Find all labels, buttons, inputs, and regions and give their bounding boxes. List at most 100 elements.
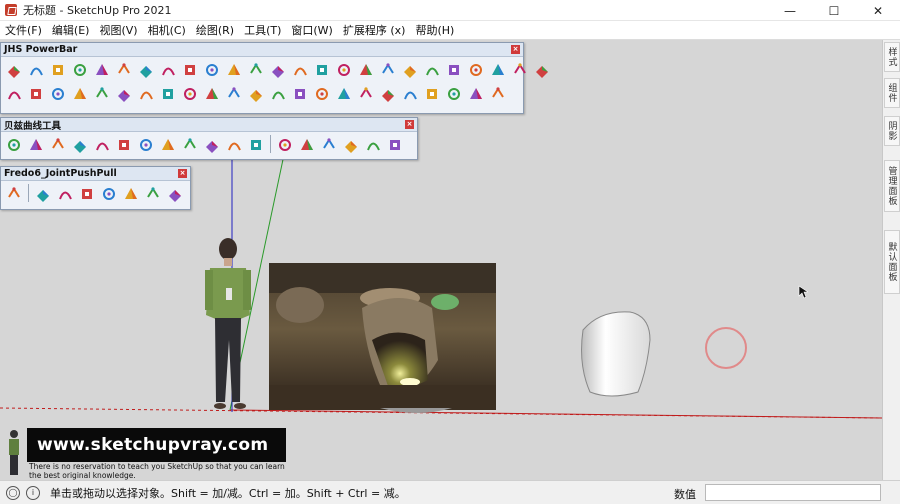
toolbar-close-button[interactable]: × (178, 169, 187, 178)
menu-tools[interactable]: 工具(T) (239, 22, 286, 38)
toolbar-tool-icon[interactable] (3, 182, 25, 204)
toolbar-tool-icon[interactable] (3, 133, 25, 155)
toolbar-close-button[interactable]: × (511, 45, 520, 54)
toolbar-tool-icon[interactable] (120, 182, 142, 204)
toolbar-tool-icon[interactable] (179, 133, 201, 155)
toolbar-tool-icon[interactable] (399, 58, 421, 80)
toolbar-tool-icon[interactable] (3, 58, 25, 80)
menu-camera[interactable]: 相机(C) (143, 22, 191, 38)
toolbar-tool-icon[interactable] (91, 58, 113, 80)
toolbar-tool-icon[interactable] (76, 182, 98, 204)
minimize-button[interactable]: — (768, 0, 812, 21)
toolbar-tool-icon[interactable] (3, 82, 25, 104)
toolbar-tool-icon[interactable] (465, 82, 487, 104)
toolbar-tool-icon[interactable] (377, 82, 399, 104)
menu-extensions[interactable]: 扩展程序 (x) (338, 22, 411, 38)
toolbar-tool-icon[interactable] (355, 58, 377, 80)
toolbar-tool-icon[interactable] (443, 58, 465, 80)
toolbar-tool-icon[interactable] (487, 82, 509, 104)
toolbar-tool-icon[interactable] (135, 58, 157, 80)
toolbar-tool-icon[interactable] (377, 58, 399, 80)
toolbar-tool-icon[interactable] (274, 133, 296, 155)
info-icon[interactable]: i (26, 485, 40, 500)
toolbar-tool-icon[interactable] (91, 82, 113, 104)
toolbar-tool-icon[interactable] (47, 133, 69, 155)
toolbar-tool-icon[interactable] (157, 58, 179, 80)
toolbar-tool-icon[interactable] (32, 182, 54, 204)
toolbar-tool-icon[interactable] (465, 58, 487, 80)
toolbar-tool-icon[interactable] (47, 58, 69, 80)
tray-tab-default[interactable]: 默认面板 (884, 230, 900, 294)
menu-help[interactable]: 帮助(H) (410, 22, 459, 38)
menu-window[interactable]: 窗口(W) (286, 22, 337, 38)
toolbar-tool-icon[interactable] (113, 82, 135, 104)
toolbar-tool-icon[interactable] (509, 58, 531, 80)
tray-tab-components[interactable]: 组件 (884, 78, 900, 108)
toolbar-tool-icon[interactable] (340, 133, 362, 155)
toolbar-tool-icon[interactable] (355, 82, 377, 104)
toolbar-tool-icon[interactable] (69, 58, 91, 80)
sketchup-app-icon (5, 4, 17, 16)
geo-location-icon[interactable]: ◯ (6, 485, 20, 500)
toolbar-tool-icon[interactable] (289, 58, 311, 80)
toolbar-tool-icon[interactable] (487, 58, 509, 80)
toolbar-tool-icon[interactable] (311, 58, 333, 80)
toolbar-tool-icon[interactable] (179, 82, 201, 104)
toolbar-tool-icon[interactable] (421, 82, 443, 104)
toolbar-tool-icon[interactable] (113, 133, 135, 155)
maximize-button[interactable]: ☐ (812, 0, 856, 21)
toolbar-tool-icon[interactable] (157, 133, 179, 155)
toolbar-tool-icon[interactable] (164, 182, 186, 204)
toolbar-tool-icon[interactable] (421, 58, 443, 80)
toolbar-tool-icon[interactable] (91, 133, 113, 155)
toolbar-tool-icon[interactable] (98, 182, 120, 204)
toolbar-tool-icon[interactable] (267, 82, 289, 104)
toolbar-tool-icon[interactable] (289, 82, 311, 104)
tray-tab-styles[interactable]: 样式 (884, 42, 900, 72)
toolbar-tool-icon[interactable] (531, 58, 553, 80)
toolbar-tool-icon[interactable] (384, 133, 406, 155)
toolbar-tool-icon[interactable] (142, 182, 164, 204)
toolbar-tool-icon[interactable] (333, 82, 355, 104)
toolbar-tool-icon[interactable] (201, 58, 223, 80)
window-title: 无标题 - SketchUp Pro 2021 (23, 4, 172, 17)
toolbar-tool-icon[interactable] (223, 133, 245, 155)
title-bar: 无标题 - SketchUp Pro 2021 — ☐ ✕ (0, 0, 900, 21)
toolbar-tool-icon[interactable] (399, 82, 421, 104)
toolbar-tool-icon[interactable] (201, 133, 223, 155)
menu-file[interactable]: 文件(F) (0, 22, 47, 38)
toolbar-tool-icon[interactable] (443, 82, 465, 104)
toolbar-tool-icon[interactable] (245, 58, 267, 80)
toolbar-tool-icon[interactable] (362, 133, 384, 155)
toolbar-tool-icon[interactable] (25, 82, 47, 104)
toolbar-tool-icon[interactable] (201, 82, 223, 104)
close-button[interactable]: ✕ (856, 0, 900, 21)
toolbar-tool-icon[interactable] (69, 82, 91, 104)
toolbar-tool-icon[interactable] (54, 182, 76, 204)
toolbar-tool-icon[interactable] (69, 133, 91, 155)
measurements-input[interactable] (705, 484, 881, 501)
menu-view[interactable]: 视图(V) (94, 22, 142, 38)
toolbar-tool-icon[interactable] (333, 58, 355, 80)
toolbar-tool-icon[interactable] (223, 58, 245, 80)
toolbar-tool-icon[interactable] (47, 82, 69, 104)
toolbar-tool-icon[interactable] (296, 133, 318, 155)
toolbar-tool-icon[interactable] (25, 58, 47, 80)
toolbar-tool-icon[interactable] (223, 82, 245, 104)
toolbar-tool-icon[interactable] (135, 133, 157, 155)
toolbar-tool-icon[interactable] (135, 82, 157, 104)
toolbar-close-button[interactable]: × (405, 120, 414, 129)
toolbar-tool-icon[interactable] (245, 82, 267, 104)
toolbar-tool-icon[interactable] (267, 58, 289, 80)
toolbar-tool-icon[interactable] (157, 82, 179, 104)
tray-tab-shadows[interactable]: 阴影 (884, 116, 900, 146)
toolbar-tool-icon[interactable] (113, 58, 135, 80)
tray-tab-manage[interactable]: 管理面板 (884, 160, 900, 212)
toolbar-tool-icon[interactable] (25, 133, 47, 155)
menu-edit[interactable]: 编辑(E) (47, 22, 95, 38)
menu-draw[interactable]: 绘图(R) (191, 22, 239, 38)
toolbar-tool-icon[interactable] (311, 82, 333, 104)
toolbar-tool-icon[interactable] (318, 133, 340, 155)
toolbar-tool-icon[interactable] (245, 133, 267, 155)
toolbar-tool-icon[interactable] (179, 58, 201, 80)
